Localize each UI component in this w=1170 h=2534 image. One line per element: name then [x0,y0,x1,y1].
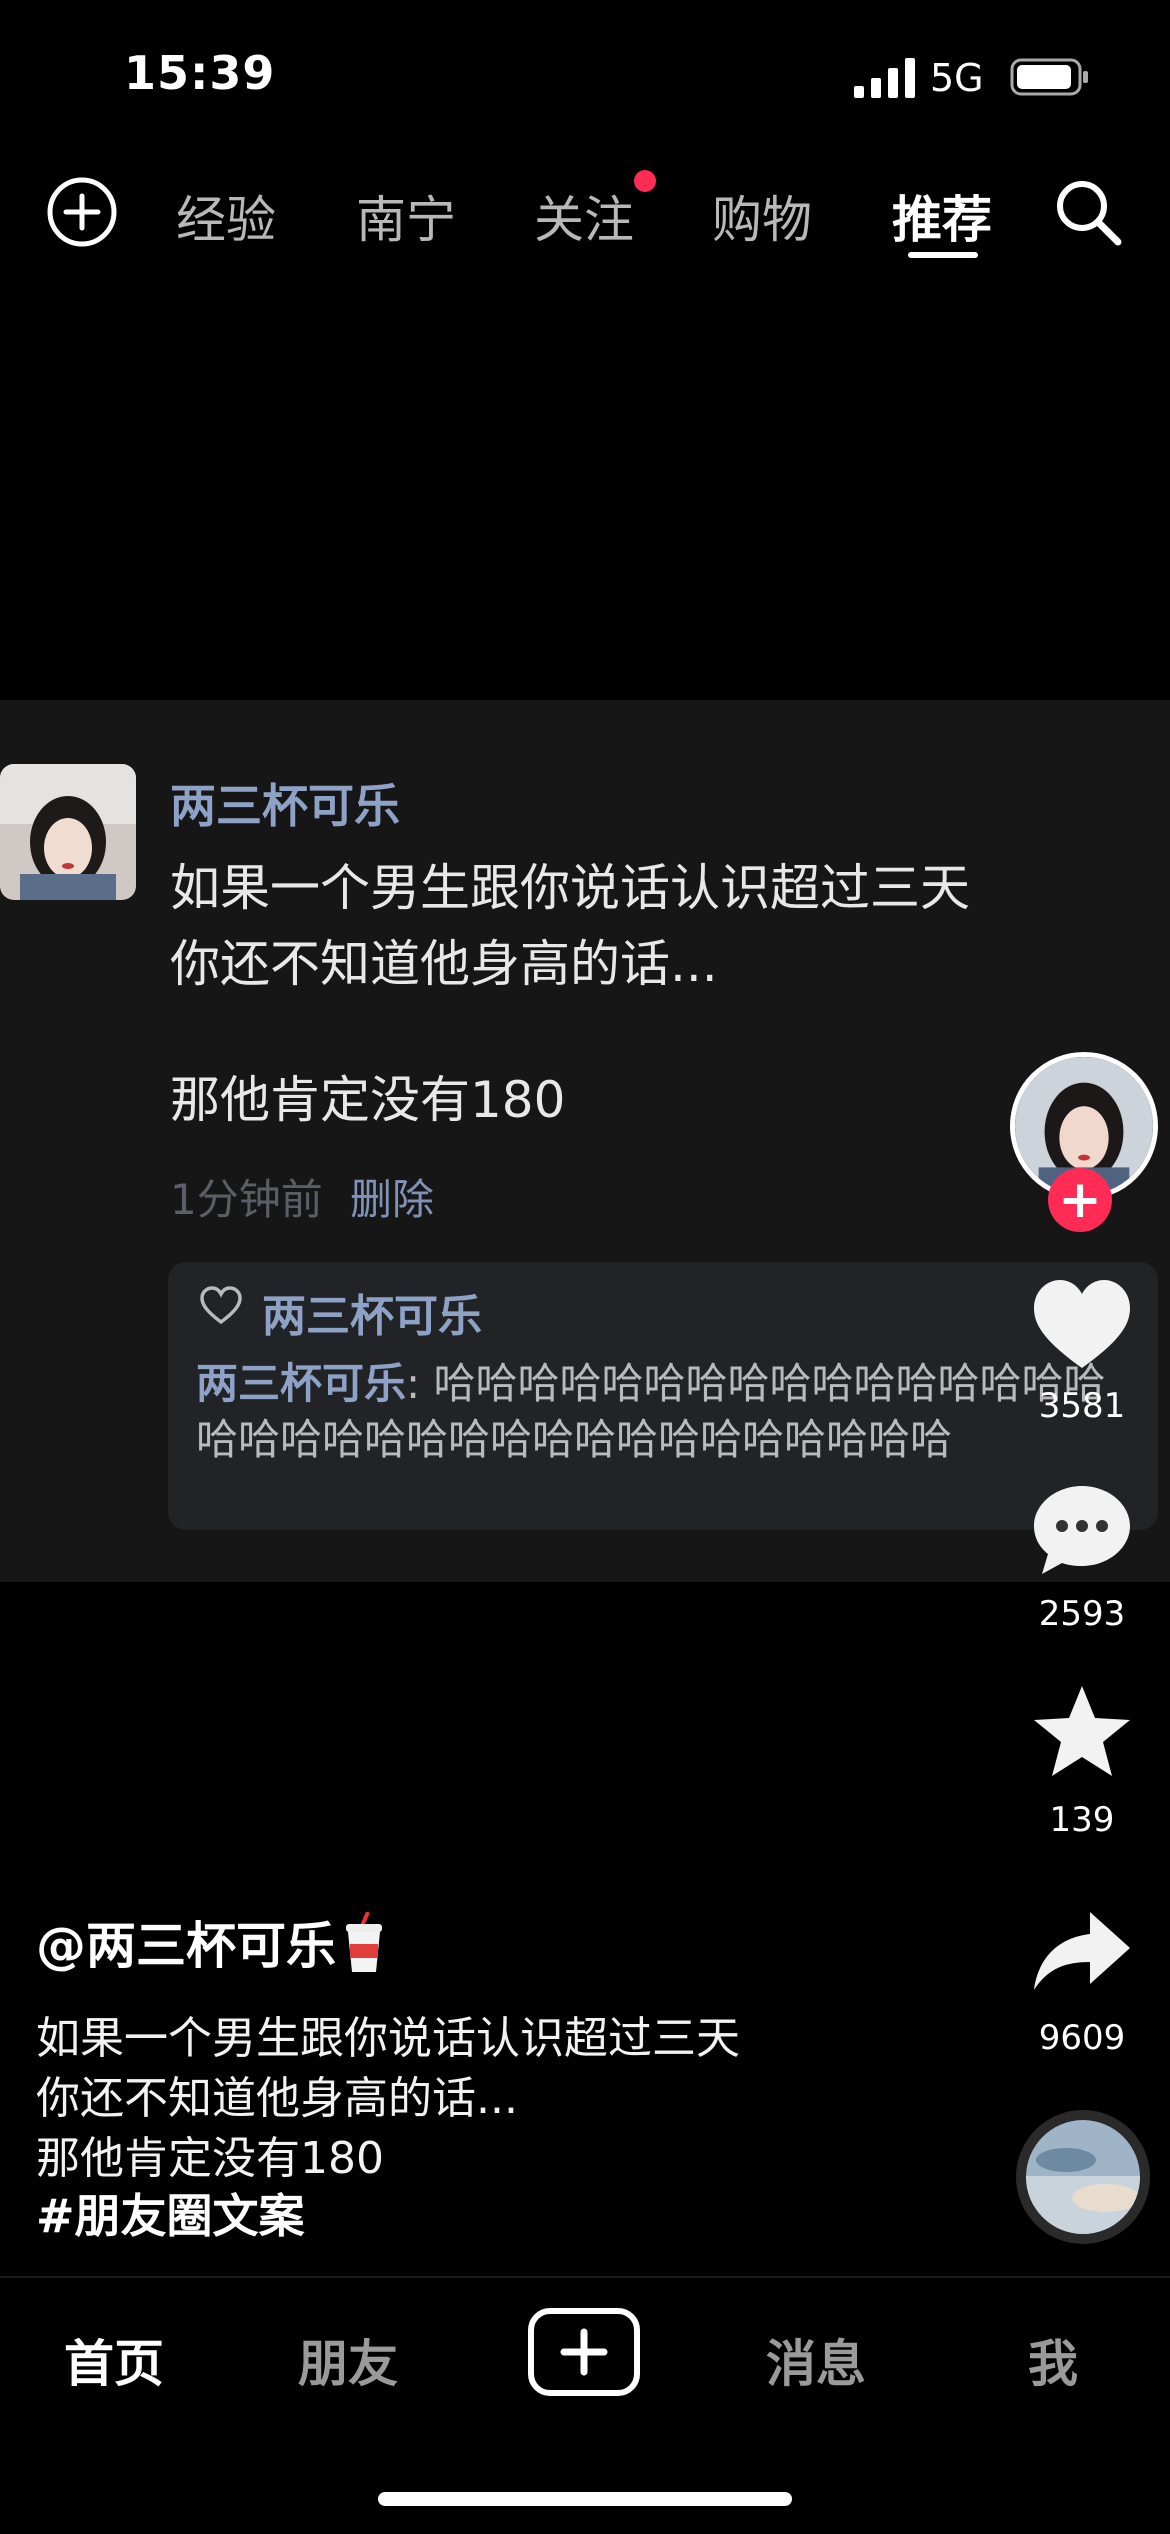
battery-icon [1010,58,1088,96]
cola-cup-icon [346,1912,382,1972]
like-count: 3581 [1038,1386,1126,1426]
caption-line-3: 那他肯定没有180 [36,2133,384,2184]
active-tab-indicator [908,252,978,258]
like-heart-icon[interactable] [1030,1276,1134,1376]
comment-text-conclusion: 那他肯定没有180 [170,1071,566,1129]
plus-icon [560,2328,608,2376]
tab-experience[interactable]: 经验 [176,180,276,252]
comment-time: 1分钟前 [170,1175,323,1224]
caption-line-1: 如果一个男生跟你说话认识超过三天 [36,2013,740,2064]
nav-friends[interactable]: 朋友 [298,2324,398,2396]
reply-author: 两三杯可乐 [196,1359,407,1408]
comment-bubble-icon[interactable] [1030,1480,1134,1580]
share-count: 9609 [1038,2018,1126,2058]
search-icon[interactable] [1050,174,1126,250]
favorite-star-icon[interactable] [1030,1682,1134,1782]
home-indicator [378,2492,792,2506]
heart-outline-icon [200,1286,242,1325]
nav-messages[interactable]: 消息 [766,2324,866,2396]
add-circle-icon[interactable] [46,176,118,248]
signal-icon [854,58,915,98]
comment-count: 2593 [1038,1594,1126,1634]
comment-text: 如果一个男生跟你说话认识超过三天 你还不知道他身高的话... [170,859,970,993]
tab-following[interactable]: 关注 [534,180,634,252]
status-time: 15:39 [124,46,276,100]
share-arrow-icon[interactable] [1030,1906,1134,2006]
comment-username[interactable]: 两三杯可乐 [170,770,400,836]
comment-delete-link[interactable]: 删除 [350,1166,434,1227]
caption-hashtag[interactable]: #朋友圈文案 [36,2180,305,2246]
tab-nanning[interactable]: 南宁 [356,180,456,252]
favorite-count: 139 [1049,1800,1115,1840]
caption-username[interactable]: @两三杯可乐 [36,1906,336,1978]
commenter-avatar [0,764,136,900]
reply-separator: : [406,1359,434,1408]
network-type: 5G [930,56,984,100]
notification-dot [634,170,656,192]
reply-liked-by: 两三杯可乐 [262,1291,482,1342]
nav-me[interactable]: 我 [1028,2324,1078,2396]
nav-home[interactable]: 首页 [64,2324,164,2396]
music-disc-icon[interactable] [1016,2110,1150,2244]
create-post-button[interactable] [528,2308,640,2396]
follow-plus-button[interactable]: + [1048,1168,1112,1232]
tab-shopping[interactable]: 购物 [712,180,812,252]
tab-recommended[interactable]: 推荐 [892,180,992,252]
caption-line-2: 你还不知道他身高的话... [36,2073,518,2124]
